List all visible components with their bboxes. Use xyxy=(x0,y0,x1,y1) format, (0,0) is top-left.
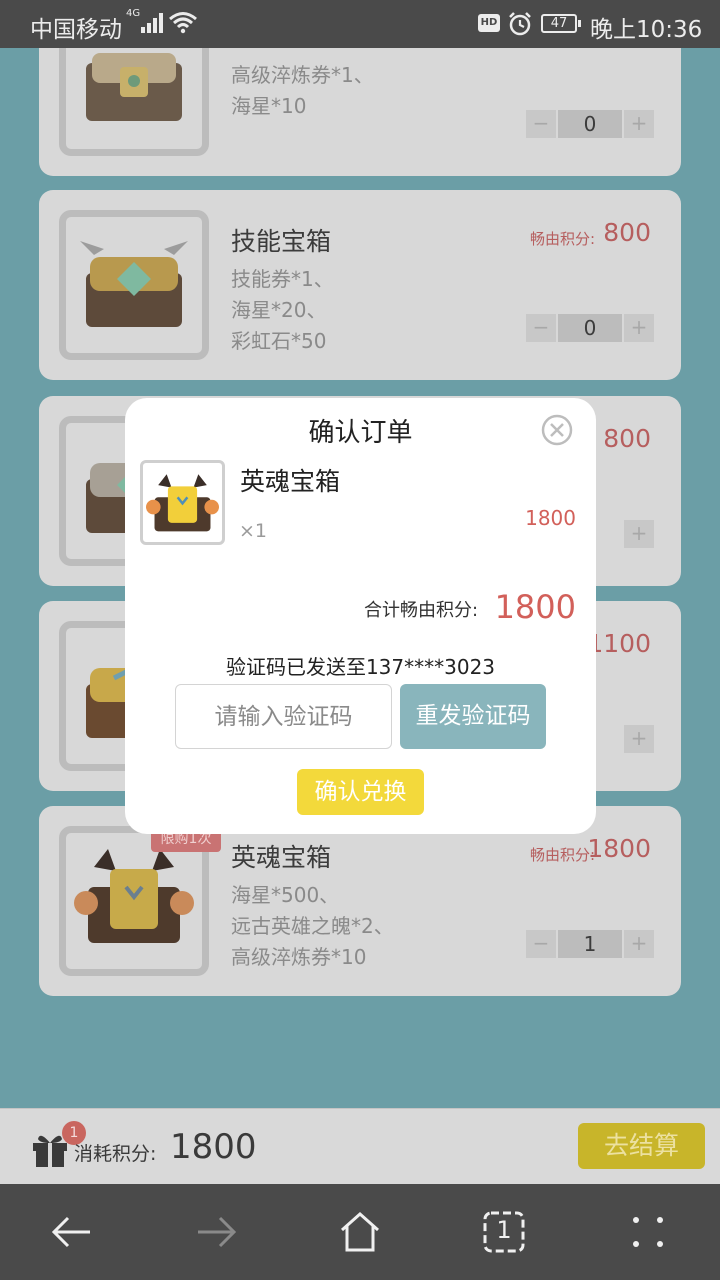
close-icon[interactable] xyxy=(541,414,573,446)
checkout-bar: 1 消耗积分: 1800 去结算 xyxy=(0,1108,720,1184)
decrement-button[interactable]: − xyxy=(526,930,556,958)
product-price: 800 xyxy=(603,218,651,247)
quantity-stepper[interactable]: − 0 + xyxy=(526,110,654,138)
increment-button[interactable]: + xyxy=(624,314,654,342)
confirm-exchange-button[interactable]: 确认兑换 xyxy=(297,769,424,815)
price-label: 畅由积分: xyxy=(529,230,595,248)
price-label: 畅由积分: xyxy=(529,846,595,864)
order-product-quantity: ×1 xyxy=(239,520,268,542)
battery-indicator: 47 xyxy=(541,14,581,33)
quantity-stepper[interactable]: − 0 + xyxy=(526,314,654,342)
product-name: 英魂宝箱 xyxy=(231,843,332,872)
product-card[interactable]: 限购1次 英魂宝箱 畅由积分: 1800 海星*500、 远古英雄之魄*2、 高… xyxy=(39,806,681,996)
tabs-count: 1 xyxy=(496,1216,512,1244)
product-thumbnail xyxy=(59,210,209,360)
confirm-order-dialog: 确认订单 英魂宝箱 ×1 1800 合计畅由积分: 1800 验证码已发送至13… xyxy=(125,398,596,834)
quantity-value[interactable]: 0 xyxy=(558,110,622,138)
network-type: 4G xyxy=(126,8,141,19)
home-icon[interactable] xyxy=(338,1210,382,1254)
order-product-name: 英魂宝箱 xyxy=(240,467,341,496)
wifi-icon xyxy=(169,12,197,34)
tabs-button[interactable]: 1 xyxy=(482,1210,526,1254)
increment-button[interactable]: + xyxy=(624,725,654,753)
product-description: 海星*500、 远古英雄之魄*2、 高级淬炼券*10 xyxy=(231,883,394,969)
consume-points-label: 消耗积分: xyxy=(74,1143,157,1165)
order-product-price: 1800 xyxy=(525,506,576,530)
quantity-stepper[interactable]: − 1 + xyxy=(526,930,654,958)
back-arrow-icon[interactable] xyxy=(50,1210,94,1254)
dialog-title: 确认订单 xyxy=(308,418,413,448)
consume-points-value: 1800 xyxy=(170,1127,257,1167)
carrier-name: 中国移动 xyxy=(30,17,122,43)
resend-code-button[interactable]: 重发验证码 xyxy=(400,684,546,749)
treasure-chest-icon xyxy=(146,474,219,532)
product-card[interactable]: 高级淬炼券*1、 海星*10 − 0 + xyxy=(39,48,681,176)
increment-button[interactable]: + xyxy=(624,110,654,138)
decrement-button[interactable]: − xyxy=(526,314,556,342)
product-price: 1100 xyxy=(587,629,651,658)
product-thumbnail xyxy=(59,48,209,156)
product-card[interactable]: 技能宝箱 畅由积分: 800 技能券*1、 海星*20、 彩虹石*50 − 0 … xyxy=(39,190,681,380)
quantity-value[interactable]: 0 xyxy=(558,314,622,342)
hd-badge: HD xyxy=(478,14,500,32)
checkout-button[interactable]: 去结算 xyxy=(578,1123,705,1169)
forward-arrow-icon[interactable] xyxy=(194,1210,238,1254)
increment-button[interactable]: + xyxy=(624,930,654,958)
treasure-chest-icon xyxy=(80,241,188,327)
increment-button[interactable]: + xyxy=(624,520,654,548)
order-product-thumbnail xyxy=(140,460,225,545)
quantity-value[interactable]: 1 xyxy=(558,930,622,958)
product-price: 800 xyxy=(603,424,651,453)
verification-code-input[interactable] xyxy=(175,684,392,749)
verification-sent-notice: 验证码已发送至137****3023 xyxy=(225,655,496,679)
status-bar: 中国移动 4G HD 47 晚上10:36 xyxy=(0,0,720,48)
treasure-chest-icon xyxy=(74,849,194,943)
product-name: 技能宝箱 xyxy=(231,227,332,256)
browser-nav-bar: 1 xyxy=(0,1184,720,1280)
alarm-icon xyxy=(509,12,531,36)
product-description: 技能券*1、 海星*20、 彩虹石*50 xyxy=(231,267,334,353)
total-points-label: 合计畅由积分: xyxy=(364,600,479,621)
product-price: 1800 xyxy=(587,834,651,863)
signal-icon xyxy=(141,13,163,33)
product-description: 高级淬炼券*1、 海星*10 xyxy=(231,63,374,118)
more-menu-icon[interactable] xyxy=(626,1210,670,1254)
total-points-value: 1800 xyxy=(494,588,576,626)
treasure-chest-icon xyxy=(86,53,182,121)
decrement-button[interactable]: − xyxy=(526,110,556,138)
clock: 晚上10:36 xyxy=(590,17,703,43)
